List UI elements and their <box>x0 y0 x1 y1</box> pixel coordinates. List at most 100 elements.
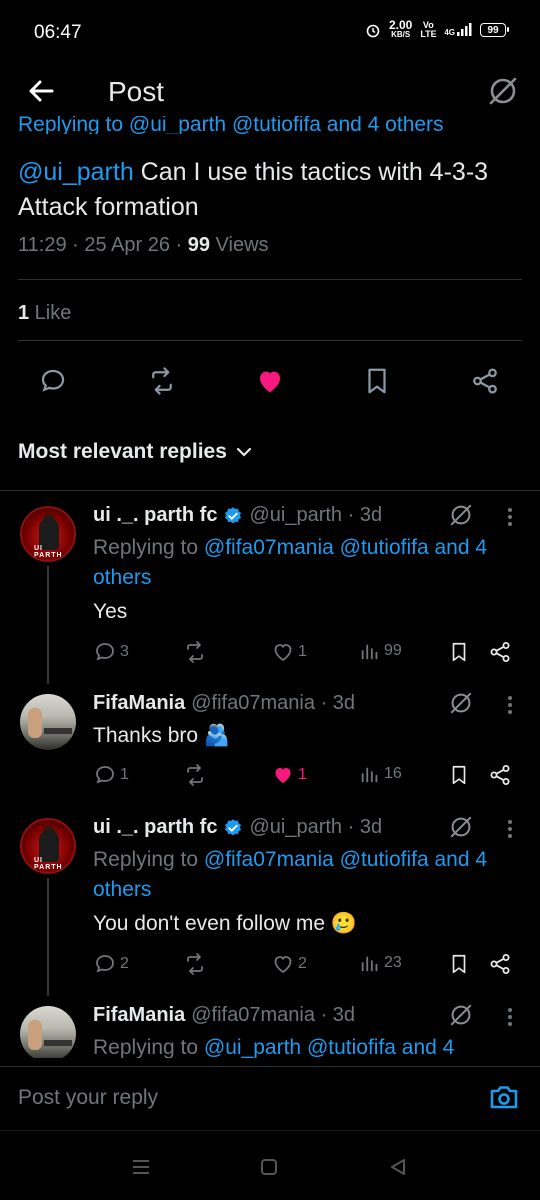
camera-button[interactable] <box>488 1082 520 1112</box>
share-button[interactable] <box>488 763 512 787</box>
likes-summary[interactable]: 1 Like <box>18 302 71 325</box>
views-count-button[interactable]: 23 <box>359 952 402 974</box>
share-button[interactable] <box>468 364 502 398</box>
verified-badge-icon <box>225 818 242 835</box>
repost-icon <box>187 641 203 663</box>
views-icon <box>361 767 378 783</box>
reply-text: Thanks bro 🫂 <box>93 724 231 747</box>
divider <box>18 279 522 280</box>
grok-button[interactable] <box>448 1002 474 1028</box>
bookmark-button[interactable] <box>448 640 470 664</box>
camera-icon <box>490 1086 518 1109</box>
grok-icon <box>450 816 472 838</box>
bookmark-icon <box>452 642 466 662</box>
avatar[interactable]: UI PARTH <box>20 818 76 874</box>
grok-button[interactable] <box>486 74 520 108</box>
display-name[interactable]: ui ._. parth fc <box>93 816 217 839</box>
verified-badge-icon <box>225 506 242 523</box>
views-count-button[interactable]: 16 <box>359 763 402 785</box>
share-icon <box>490 765 510 785</box>
avatar[interactable] <box>20 694 76 750</box>
repost-icon <box>187 764 203 786</box>
reply-header: ui ._. parth fc @ui_parth · 3d <box>93 816 382 839</box>
reply-action-row: 3 1 99 <box>93 640 523 664</box>
more-options-button[interactable] <box>500 817 520 841</box>
grok-button[interactable] <box>448 502 474 528</box>
reply-icon <box>96 955 114 973</box>
reply-icon <box>96 766 114 784</box>
replying-to: Replying to @fifa07mania @tutiofifa and … <box>93 848 488 901</box>
reply-text: You don't even follow me 🥲 <box>93 912 358 935</box>
reply-text: Yes <box>93 600 128 623</box>
volte-indicator: Vo LTE <box>420 20 437 39</box>
square-icon <box>261 1159 277 1175</box>
display-name[interactable]: ui ._. parth fc <box>93 504 217 527</box>
home-button[interactable] <box>260 1158 278 1176</box>
reply-action-row: 2 2 23 <box>93 952 523 976</box>
menu-lines-icon <box>133 1160 149 1174</box>
reply-input[interactable]: Post your reply <box>18 1086 158 1110</box>
status-icons: 2.00 KB/S Vo LTE 4G 99 <box>365 18 509 40</box>
battery-indicator: 99 <box>480 23 509 37</box>
replying-to: Replying to @fifa07mania @tutiofifa and … <box>93 536 488 589</box>
like-count-button[interactable]: 1 <box>271 763 307 787</box>
share-icon <box>473 368 497 394</box>
like-count-button[interactable]: 2 <box>271 952 307 976</box>
reply-header: ui ._. parth fc @ui_parth · 3d <box>93 504 382 527</box>
reply-count-button[interactable]: 2 <box>93 952 129 976</box>
system-nav-bar <box>0 1140 540 1200</box>
repost-count-button[interactable] <box>183 952 210 976</box>
signal-icon: 4G <box>444 23 472 37</box>
recents-button[interactable] <box>131 1158 151 1176</box>
bookmark-icon <box>452 765 466 785</box>
share-button[interactable] <box>488 952 512 976</box>
views-count-button[interactable]: 99 <box>359 640 402 662</box>
grok-button[interactable] <box>448 690 474 716</box>
reply-sort-dropdown[interactable]: Most relevant replies <box>18 440 253 464</box>
avatar[interactable]: UI PARTH <box>20 506 76 562</box>
handle-time: @fifa07mania · 3d <box>191 1004 355 1026</box>
repost-count-button[interactable] <box>183 640 210 664</box>
reply-icon <box>96 643 114 661</box>
like-button[interactable] <box>253 364 287 398</box>
kebab-icon <box>508 820 512 838</box>
more-options-button[interactable] <box>500 1005 520 1029</box>
views-icon <box>361 644 378 660</box>
alarm-icon <box>366 24 380 38</box>
like-count-button[interactable]: 1 <box>271 640 307 664</box>
heart-icon <box>274 956 292 974</box>
repost-count-button[interactable] <box>183 763 210 787</box>
tweet-text: @ui_parth Can I use this tactics with 4-… <box>18 158 489 221</box>
bookmark-button[interactable] <box>448 763 470 787</box>
display-name[interactable]: FifaMania <box>93 1004 185 1027</box>
reply-count-button[interactable]: 3 <box>93 640 129 664</box>
reply-icon <box>41 369 65 392</box>
back-nav-button[interactable] <box>388 1157 408 1177</box>
triangle-back-icon <box>391 1159 405 1175</box>
more-options-button[interactable] <box>500 693 520 717</box>
grok-icon <box>489 77 517 105</box>
reply-count-button[interactable]: 1 <box>93 763 129 787</box>
heart-filled-icon <box>260 371 280 393</box>
bookmark-button[interactable] <box>360 364 394 398</box>
kebab-icon <box>508 508 512 526</box>
grok-icon <box>450 692 472 714</box>
reply-header: FifaMania @fifa07mania · 3d <box>93 692 355 715</box>
kebab-icon <box>508 1008 512 1026</box>
display-name[interactable]: FifaMania <box>93 692 185 715</box>
share-button[interactable] <box>488 640 512 664</box>
repost-button[interactable] <box>145 364 179 398</box>
net-speed: 2.00 KB/S <box>388 18 413 39</box>
share-icon <box>490 954 510 974</box>
reply-button[interactable] <box>36 364 70 398</box>
handle-time: @fifa07mania · 3d <box>191 692 355 714</box>
handle-time: @ui_parth · 3d <box>249 504 383 526</box>
avatar[interactable] <box>20 1006 76 1058</box>
tweet-mention[interactable]: @ui_parth <box>18 158 134 186</box>
grok-button[interactable] <box>448 814 474 840</box>
more-options-button[interactable] <box>500 505 520 529</box>
status-time: 06:47 <box>34 22 82 43</box>
bookmark-button[interactable] <box>448 952 470 976</box>
back-button[interactable] <box>26 76 56 106</box>
reply-action-row: 1 1 16 <box>93 763 523 787</box>
